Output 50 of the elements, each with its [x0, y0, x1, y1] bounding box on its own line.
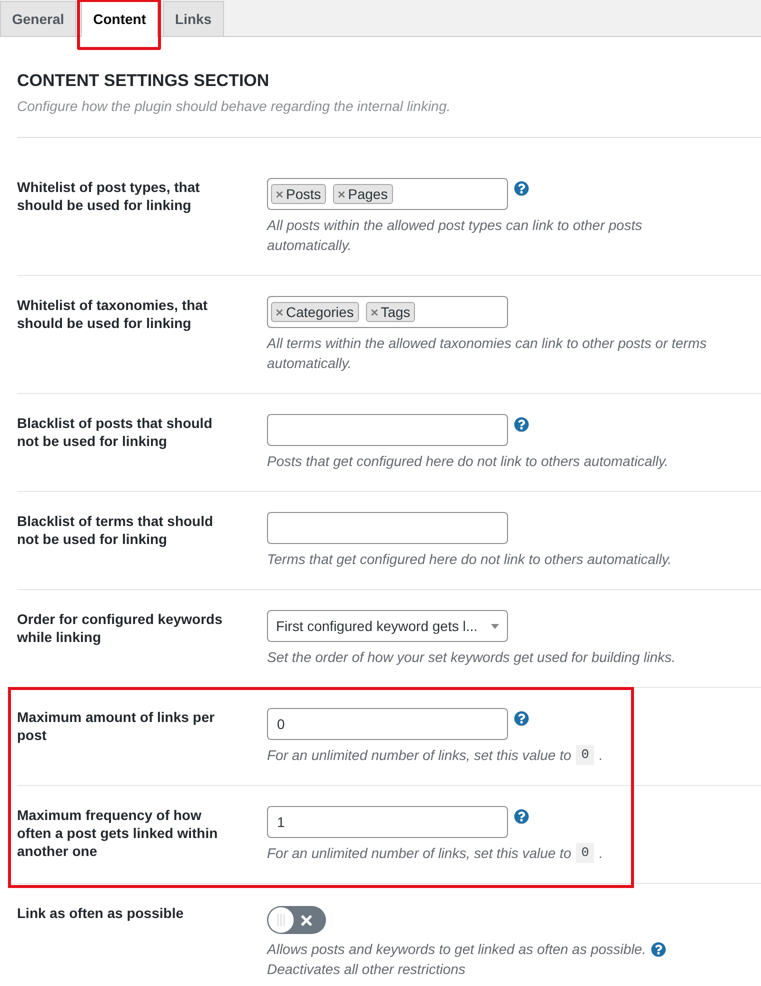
field-description: All posts within the allowed post types can link to other posts automatically.: [267, 216, 644, 255]
tags-field[interactable]: Posts Pages: [267, 178, 508, 210]
field-description: .: [599, 746, 603, 765]
caret-icon: [491, 624, 499, 628]
field-description: For an unlimited number of links, set this value to: [267, 844, 572, 863]
tag-chip[interactable]: Categories: [271, 302, 359, 322]
field-description: All terms within the allowed taxonomies can link to other posts or terms automatically.: [267, 334, 708, 373]
text-field[interactable]: 1: [267, 806, 508, 838]
setting-label: Maximum amount of links per post: [17, 708, 216, 744]
tags-field[interactable]: Categories Tags: [267, 296, 508, 328]
close-icon: [338, 190, 346, 198]
tag-chip[interactable]: Pages: [333, 184, 393, 204]
field-description: .: [599, 844, 603, 863]
help-icon[interactable]: [514, 711, 529, 726]
field-description: For an unlimited number of links, set this value to: [267, 746, 572, 765]
close-icon: [276, 308, 283, 316]
section-title: CONTENT SETTINGS SECTION: [17, 70, 270, 92]
text-field[interactable]: 0: [267, 708, 508, 740]
select-field[interactable]: First configured keyword gets l...: [267, 610, 508, 642]
setting-label: Blacklist of terms that should not be used for linking: [17, 512, 214, 548]
toggle-knob-icon: [268, 907, 294, 933]
toggle-switch[interactable]: [267, 906, 326, 934]
section-description: Configure how the plugin should behave regarding the internal linking.: [17, 97, 452, 116]
setting-label: Whitelist of post types, that should be used for linking: [17, 178, 201, 214]
text-field[interactable]: [267, 414, 508, 446]
cross-icon: [301, 914, 312, 926]
tab[interactable]: Content: [81, 1, 158, 37]
setting-label: Whitelist of taxonomies, that should be used for linking: [17, 296, 209, 332]
help-icon[interactable]: [650, 942, 666, 956]
field-description: Set the order of how your set keywords get used for building links.: [267, 648, 677, 667]
tag-chip[interactable]: Tags: [366, 302, 416, 322]
field-description: Posts that get configured here do not link to others automatically.: [267, 452, 670, 471]
help-icon[interactable]: [514, 809, 529, 824]
setting-label: Blacklist of posts that should not be used for linking: [17, 414, 214, 450]
help-icon[interactable]: [514, 181, 529, 196]
setting-label: Maximum frequency of how often a post gets linked within another one: [17, 806, 219, 860]
close-icon: [370, 308, 378, 316]
tag-chip[interactable]: Posts: [271, 184, 326, 204]
field-description: Allows posts and keywords to get linked as often as possible.: [267, 940, 646, 959]
tab[interactable]: Links: [163, 1, 224, 36]
field-description: Deactivates all other restrictions: [267, 960, 466, 979]
close-icon: [276, 190, 283, 198]
inline-code: 0: [576, 843, 594, 863]
inline-code: 0: [576, 745, 594, 765]
text-field[interactable]: [267, 512, 508, 544]
tab[interactable]: General: [0, 1, 76, 36]
field-description: Terms that get configured here do not link to others automatically.: [267, 550, 673, 569]
help-icon[interactable]: [514, 417, 529, 432]
setting-label: Link as often as possible: [17, 904, 184, 922]
setting-label: Order for configured keywords while linking: [17, 610, 224, 646]
